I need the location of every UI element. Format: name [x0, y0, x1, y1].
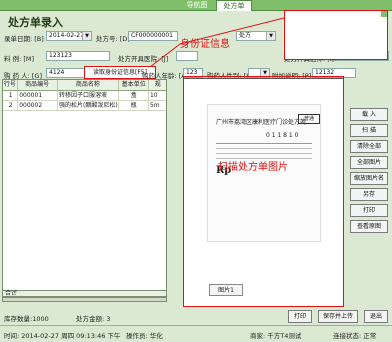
date-label: 录单日期: [B]	[4, 35, 44, 43]
view-original-button[interactable]: 查看原图	[350, 220, 388, 233]
arrow-to-read-id-button	[149, 43, 181, 68]
table-row[interactable]: 2 000002 强的松片(醋酸泼尼松) 瓶 5m	[3, 101, 167, 111]
cell-product-code: 000002	[18, 101, 59, 111]
date-field[interactable]: 2014-02-27 ▼	[46, 31, 92, 41]
arrow-to-id-box	[179, 17, 285, 45]
resize-corner-icon	[381, 11, 387, 17]
status-connection: 连接状态: 正常	[333, 332, 377, 340]
stock-quantity: 库存数量:1000	[4, 315, 49, 323]
material-label: 料 例: [M]	[4, 55, 35, 63]
table-footer-total: 合计	[2, 290, 167, 297]
annotation-arrows	[149, 17, 285, 68]
print-image-button[interactable]: 打印	[350, 204, 388, 217]
cell-unit: 盒	[118, 91, 149, 101]
scan-button[interactable]: 扫 描	[350, 124, 388, 137]
col-header-unit: 基本单位	[119, 80, 150, 91]
row-number-gutter	[3, 90, 17, 296]
product-table: 行号 商品编号 商品名称 基本单位 规 1 000001 转移因子口服溶液 盒 …	[2, 79, 167, 297]
cell-product-name: 转移因子口服溶液	[58, 91, 119, 101]
id-photo-box	[284, 10, 388, 60]
page-title: 处方单录入	[8, 16, 63, 29]
horizontal-scrollbar[interactable]	[2, 297, 167, 302]
extra-note-field[interactable]: 12132	[312, 68, 356, 78]
rx-divider	[216, 148, 312, 149]
rx-stamp: 普通	[298, 114, 320, 124]
rx-scan-image[interactable]: 广州市荔湾区康利医疗门诊处方笺 普通 0 1 1 8 1 0 Rp	[207, 104, 321, 242]
save-as-button[interactable]: 另存	[350, 188, 388, 201]
status-store: 商家: 千方T4测试	[250, 332, 302, 340]
calendar-dropdown-icon[interactable]: ▼	[82, 32, 91, 40]
rx-number-text: 0 1 1 8 1 0	[266, 132, 299, 139]
material-field[interactable]: 123123	[46, 51, 110, 61]
zoom-image-button[interactable]: 缩放图片名	[350, 172, 388, 185]
cell-line-no: 1	[3, 91, 19, 101]
cell-product-name: 强的松片(醋酸泼尼松)	[58, 101, 119, 111]
rx-amount: 处方金额: 3	[76, 315, 111, 323]
cell-line-no: 2	[3, 101, 19, 111]
save-upload-button[interactable]: 保存并上传	[318, 310, 358, 323]
image-tab-1[interactable]: 图片1	[209, 284, 243, 296]
rx-divider	[216, 143, 312, 144]
col-header-product-name: 商品名称	[57, 80, 120, 91]
col-header-product-code: 商品编号	[17, 80, 58, 91]
status-operator: 操作员: 华化	[126, 332, 163, 340]
rx-divider	[216, 153, 312, 154]
table-header-row: 行号 商品编号 商品名称 基本单位 规	[3, 80, 166, 91]
table-row[interactable]: 1 000001 转移因子口服溶液 盒 10	[3, 91, 167, 101]
status-time: 时间: 2014-02-27 周四 09:13:46 下午	[4, 332, 121, 340]
cell-spec: 5m	[148, 101, 167, 111]
cell-product-code: 000001	[18, 91, 59, 101]
clear-all-button[interactable]: 清除全部	[350, 140, 388, 153]
exit-button[interactable]: 退出	[364, 310, 388, 323]
cell-spec: 10	[148, 91, 167, 101]
rx-hospital-name: 广州市荔湾区康利医疗门诊处方笺	[216, 119, 307, 126]
cell-unit: 瓶	[118, 101, 149, 111]
col-header-spec: 规	[149, 80, 166, 91]
all-images-button[interactable]: 全部图片	[350, 156, 388, 169]
print-button[interactable]: 打印	[288, 310, 312, 323]
load-button[interactable]: 载 入	[350, 108, 388, 121]
scan-rx-annotation: 扫描处方单图片	[218, 162, 288, 173]
col-header-line-no: 行号	[3, 80, 18, 91]
